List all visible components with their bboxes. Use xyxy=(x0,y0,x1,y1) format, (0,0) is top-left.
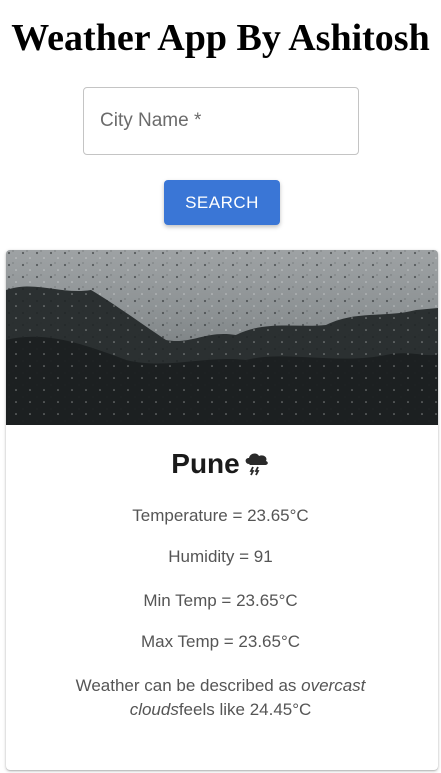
min-temp-text: Min Temp = 23.65°C xyxy=(143,591,298,610)
temperature-text: Temperature = 23.65°C xyxy=(132,506,309,525)
feels-like-text: feels like 24.45°C xyxy=(178,700,312,719)
max-temp-text: Max Temp = 23.65°C xyxy=(140,632,301,651)
city-name: Pune xyxy=(171,448,240,479)
storm-cloud-icon xyxy=(242,449,270,485)
description-prefix: Weather can be described as xyxy=(75,676,302,695)
search-button[interactable]: SEARCH xyxy=(164,180,280,225)
weather-description: Weather can be described as overcast clo… xyxy=(50,674,391,722)
app-title: Weather App By Ashitosh xyxy=(11,17,430,59)
rainy-window-image xyxy=(6,250,438,425)
city-title: Pune xyxy=(0,447,441,485)
city-name-field[interactable] xyxy=(83,87,359,155)
city-name-input[interactable] xyxy=(84,88,358,154)
humidity-text: Humidity = 91 xyxy=(168,547,273,566)
